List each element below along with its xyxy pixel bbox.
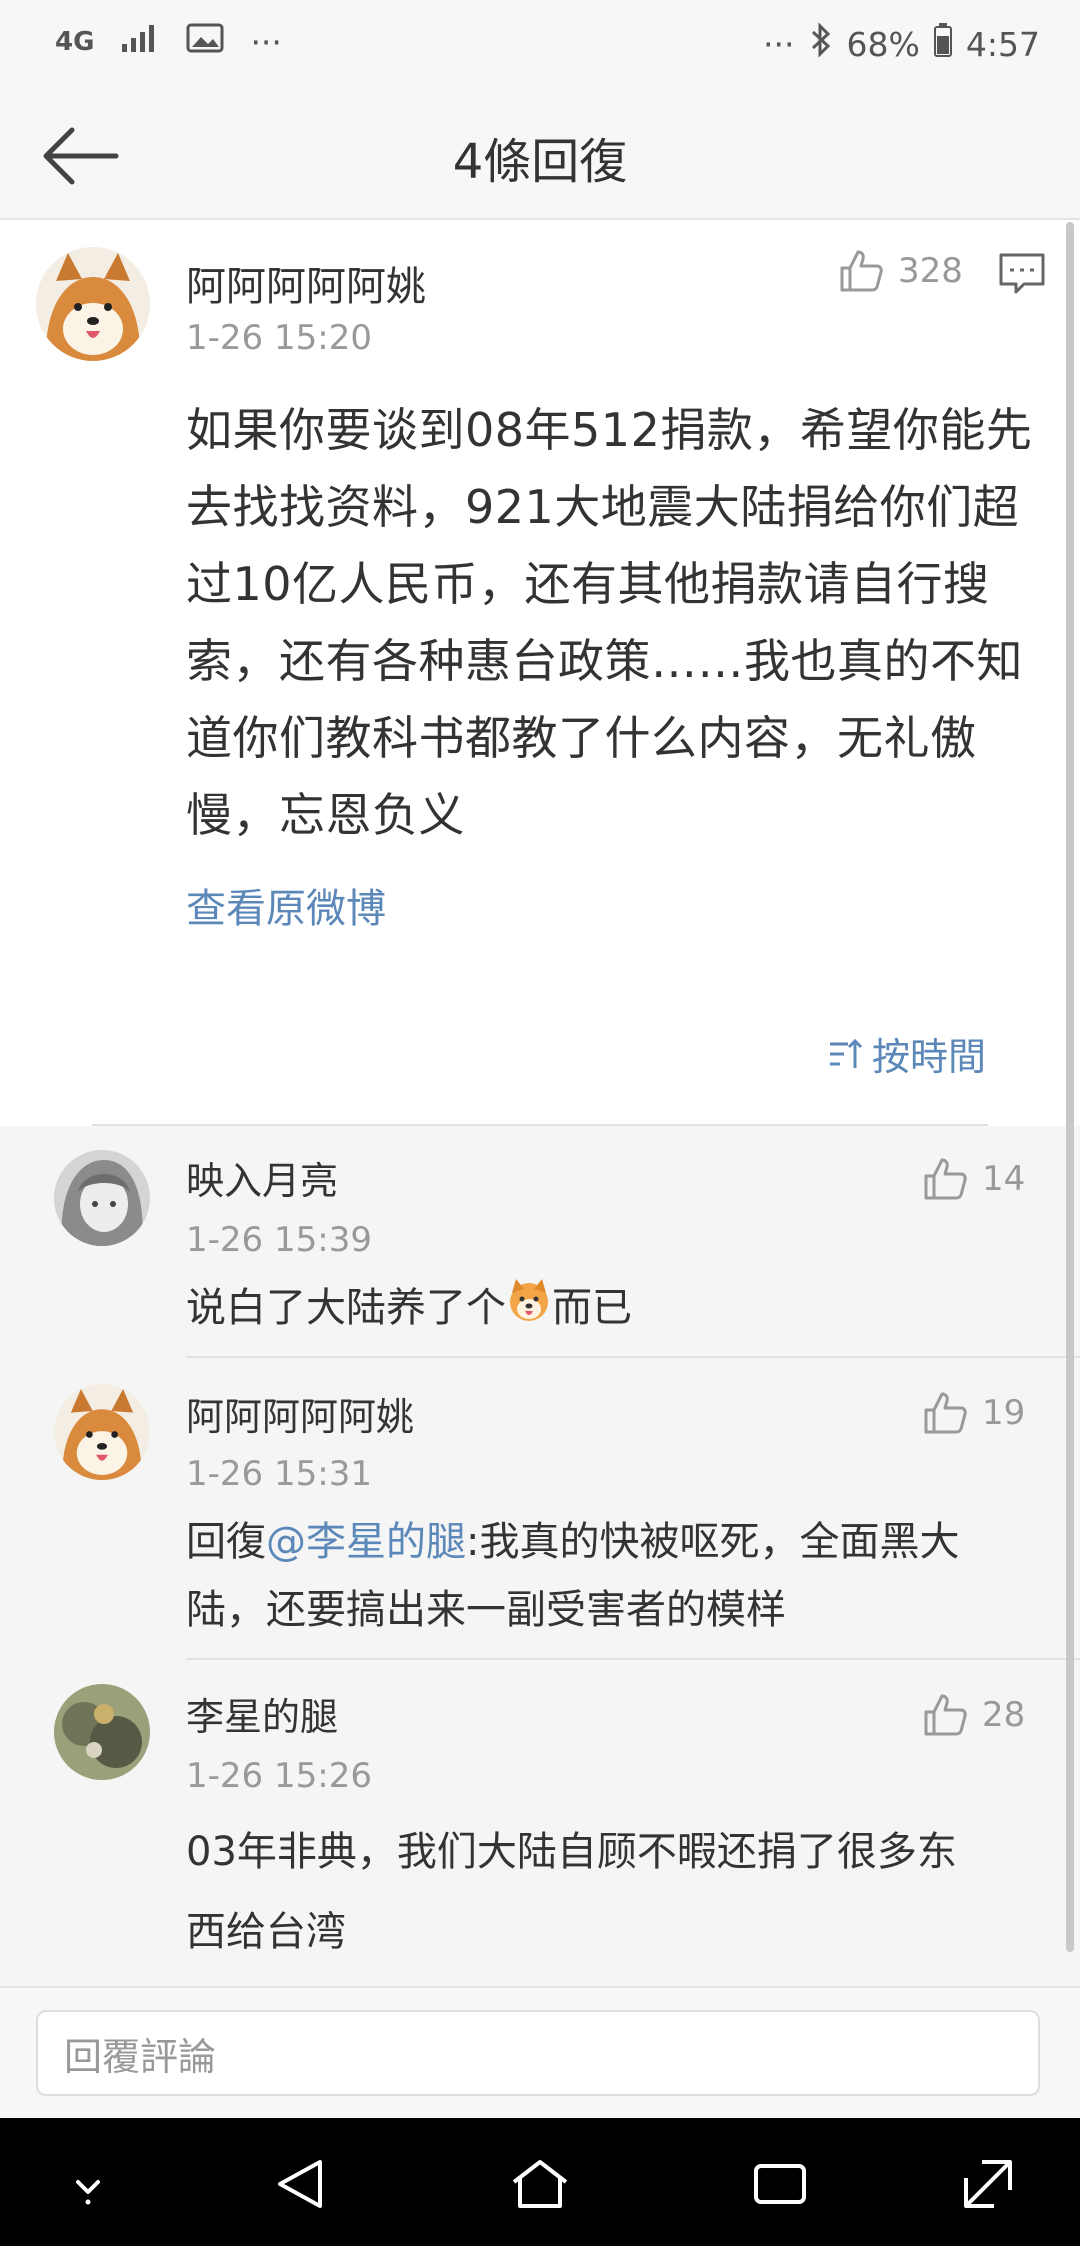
- photo-avatar-icon: [54, 1684, 150, 1780]
- reply-body: 说白了大陆养了个 而已: [186, 1274, 1016, 1344]
- expand-icon: [964, 2160, 1012, 2208]
- reply-line: 回復@李星的腿:我真的快被呕死，全面黑大: [186, 1508, 1016, 1576]
- mention-link[interactable]: @李星的腿: [266, 1519, 466, 1565]
- signal-icon: [120, 22, 160, 62]
- like-count: 28: [982, 1695, 1026, 1735]
- thumbs-up-icon: [924, 1392, 967, 1434]
- reply-comment-input[interactable]: 回覆評論: [36, 2010, 1040, 2096]
- reply-line: 03年非典，我们大陆自顾不暇还捐了很多东: [186, 1829, 957, 1875]
- reply-author[interactable]: 李星的腿: [186, 1686, 338, 1741]
- timestamp: 1-26 15:31: [186, 1454, 372, 1494]
- comment-line: 去找找资料，921大地震大陆捐给你们超: [186, 480, 1020, 534]
- triangle-back-icon: [278, 2160, 322, 2208]
- comment-line: 过10亿人民币，还有其他捐款请自行搜: [186, 557, 990, 611]
- bluetooth-icon: [809, 22, 833, 66]
- anime-avatar-icon: [54, 1150, 150, 1246]
- home-icon: [512, 2160, 568, 2208]
- more-status: ···: [763, 24, 795, 64]
- battery-icon: [933, 23, 952, 65]
- shiba-avatar-icon: [36, 247, 150, 361]
- reply-text-start: 说白了大陆养了个: [186, 1285, 506, 1331]
- scrollbar[interactable]: [1066, 222, 1074, 1952]
- sort-by-time-button[interactable]: 按時間: [828, 1026, 986, 1081]
- input-placeholder: 回覆評論: [64, 2034, 217, 2079]
- recent-apps-icon: [754, 2164, 806, 2204]
- dog-emoji-icon: [506, 1276, 552, 1344]
- avatar[interactable]: [54, 1150, 150, 1246]
- like-button[interactable]: 28: [922, 1692, 1025, 1738]
- reply-line: 西给台湾: [186, 1909, 346, 1955]
- thumbs-up-icon: [840, 250, 883, 292]
- like-count: 19: [982, 1393, 1026, 1433]
- home-key[interactable]: [508, 2152, 572, 2216]
- main-comment: 阿阿阿阿阿姚 1-26 15:20 328 如果你要谈到08年512捐款，希望你…: [0, 220, 1080, 1126]
- reply-body: 回復@李星的腿:我真的快被呕死，全面黑大 陆，还要搞出来一副受害者的模样: [186, 1508, 1016, 1644]
- like-count: 14: [982, 1159, 1026, 1199]
- clock: 4:57: [965, 24, 1040, 64]
- comment-line: 慢，忘恩负义: [186, 788, 465, 842]
- comment-line: 索，还有各种惠台政策……我也真的不知: [186, 634, 1023, 688]
- like-button[interactable]: 328: [838, 248, 963, 294]
- comment-button[interactable]: [998, 252, 1046, 300]
- network-type: 4G: [55, 27, 95, 57]
- thumbs-up-icon: [924, 1694, 967, 1736]
- more-notifications: ···: [250, 22, 282, 62]
- reply-item: 映入月亮 1-26 15:39 14 说白了大陆养了个 而已: [0, 1126, 1080, 1358]
- compose-bar: 回覆評論: [0, 1986, 1080, 2120]
- comment-body: 如果你要谈到08年512捐款，希望你能先 去找找资料，921大地震大陆捐给你们超…: [186, 392, 1046, 854]
- timestamp: 1-26 15:20: [186, 318, 372, 358]
- recent-apps-key[interactable]: [748, 2152, 812, 2216]
- like-count: 328: [898, 251, 963, 291]
- page-title: 4條回復: [452, 134, 628, 190]
- reply-item: 李星的腿 1-26 15:26 28 03年非典，我们大陆自顾不暇还捐了很多东 …: [0, 1660, 1080, 1986]
- reply-item: 阿阿阿阿阿姚 1-26 15:31 19 回復@李星的腿:我真的快被呕死，全面黑…: [0, 1358, 1080, 1660]
- back-key[interactable]: [268, 2152, 332, 2216]
- comment-line: 道你们教科书都教了什么内容，无礼傲: [186, 711, 977, 765]
- reply-prefix: 回復: [186, 1519, 266, 1565]
- comment-line: 如果你要谈到08年512捐款，希望你能先: [186, 403, 1033, 457]
- battery-percent: 68%: [846, 24, 920, 64]
- header-bar: 4條回復: [0, 90, 1080, 220]
- timestamp: 1-26 15:39: [186, 1220, 372, 1260]
- expand-key[interactable]: [956, 2152, 1020, 2216]
- timestamp: 1-26 15:26: [186, 1756, 372, 1796]
- reply-text-end: 而已: [552, 1285, 632, 1331]
- avatar[interactable]: [54, 1684, 150, 1780]
- sort-icon: [829, 1038, 863, 1068]
- system-navigation-bar: [0, 2118, 1080, 2246]
- like-button[interactable]: 14: [922, 1156, 1025, 1202]
- sort-label: 按時間: [871, 1035, 986, 1079]
- avatar[interactable]: [54, 1384, 150, 1480]
- reply-author[interactable]: 映入月亮: [186, 1150, 338, 1205]
- reply-body: 03年非典，我们大陆自顾不暇还捐了很多东 西给台湾: [186, 1812, 1016, 1972]
- view-original-weibo-link[interactable]: 查看原微博: [186, 876, 386, 934]
- like-button[interactable]: 19: [922, 1390, 1025, 1436]
- thumbs-up-icon: [924, 1158, 967, 1200]
- status-bar: 4G ··· ··· 68% 4:57: [0, 0, 1080, 90]
- reply-author[interactable]: 阿阿阿阿阿姚: [186, 1386, 414, 1441]
- reply-line: 陆，还要搞出来一副受害者的模样: [186, 1587, 786, 1633]
- avatar[interactable]: [36, 247, 150, 361]
- shiba-avatar-icon: [54, 1384, 150, 1480]
- author-name[interactable]: 阿阿阿阿阿姚: [186, 254, 426, 312]
- comment-icon: [999, 253, 1045, 294]
- chevron-down-icon: [76, 2180, 100, 2205]
- reply-text: :我真的快被呕死，全面黑大: [466, 1519, 960, 1565]
- image-notification-icon: [186, 22, 224, 62]
- hide-keyboard-button[interactable]: [56, 2152, 120, 2216]
